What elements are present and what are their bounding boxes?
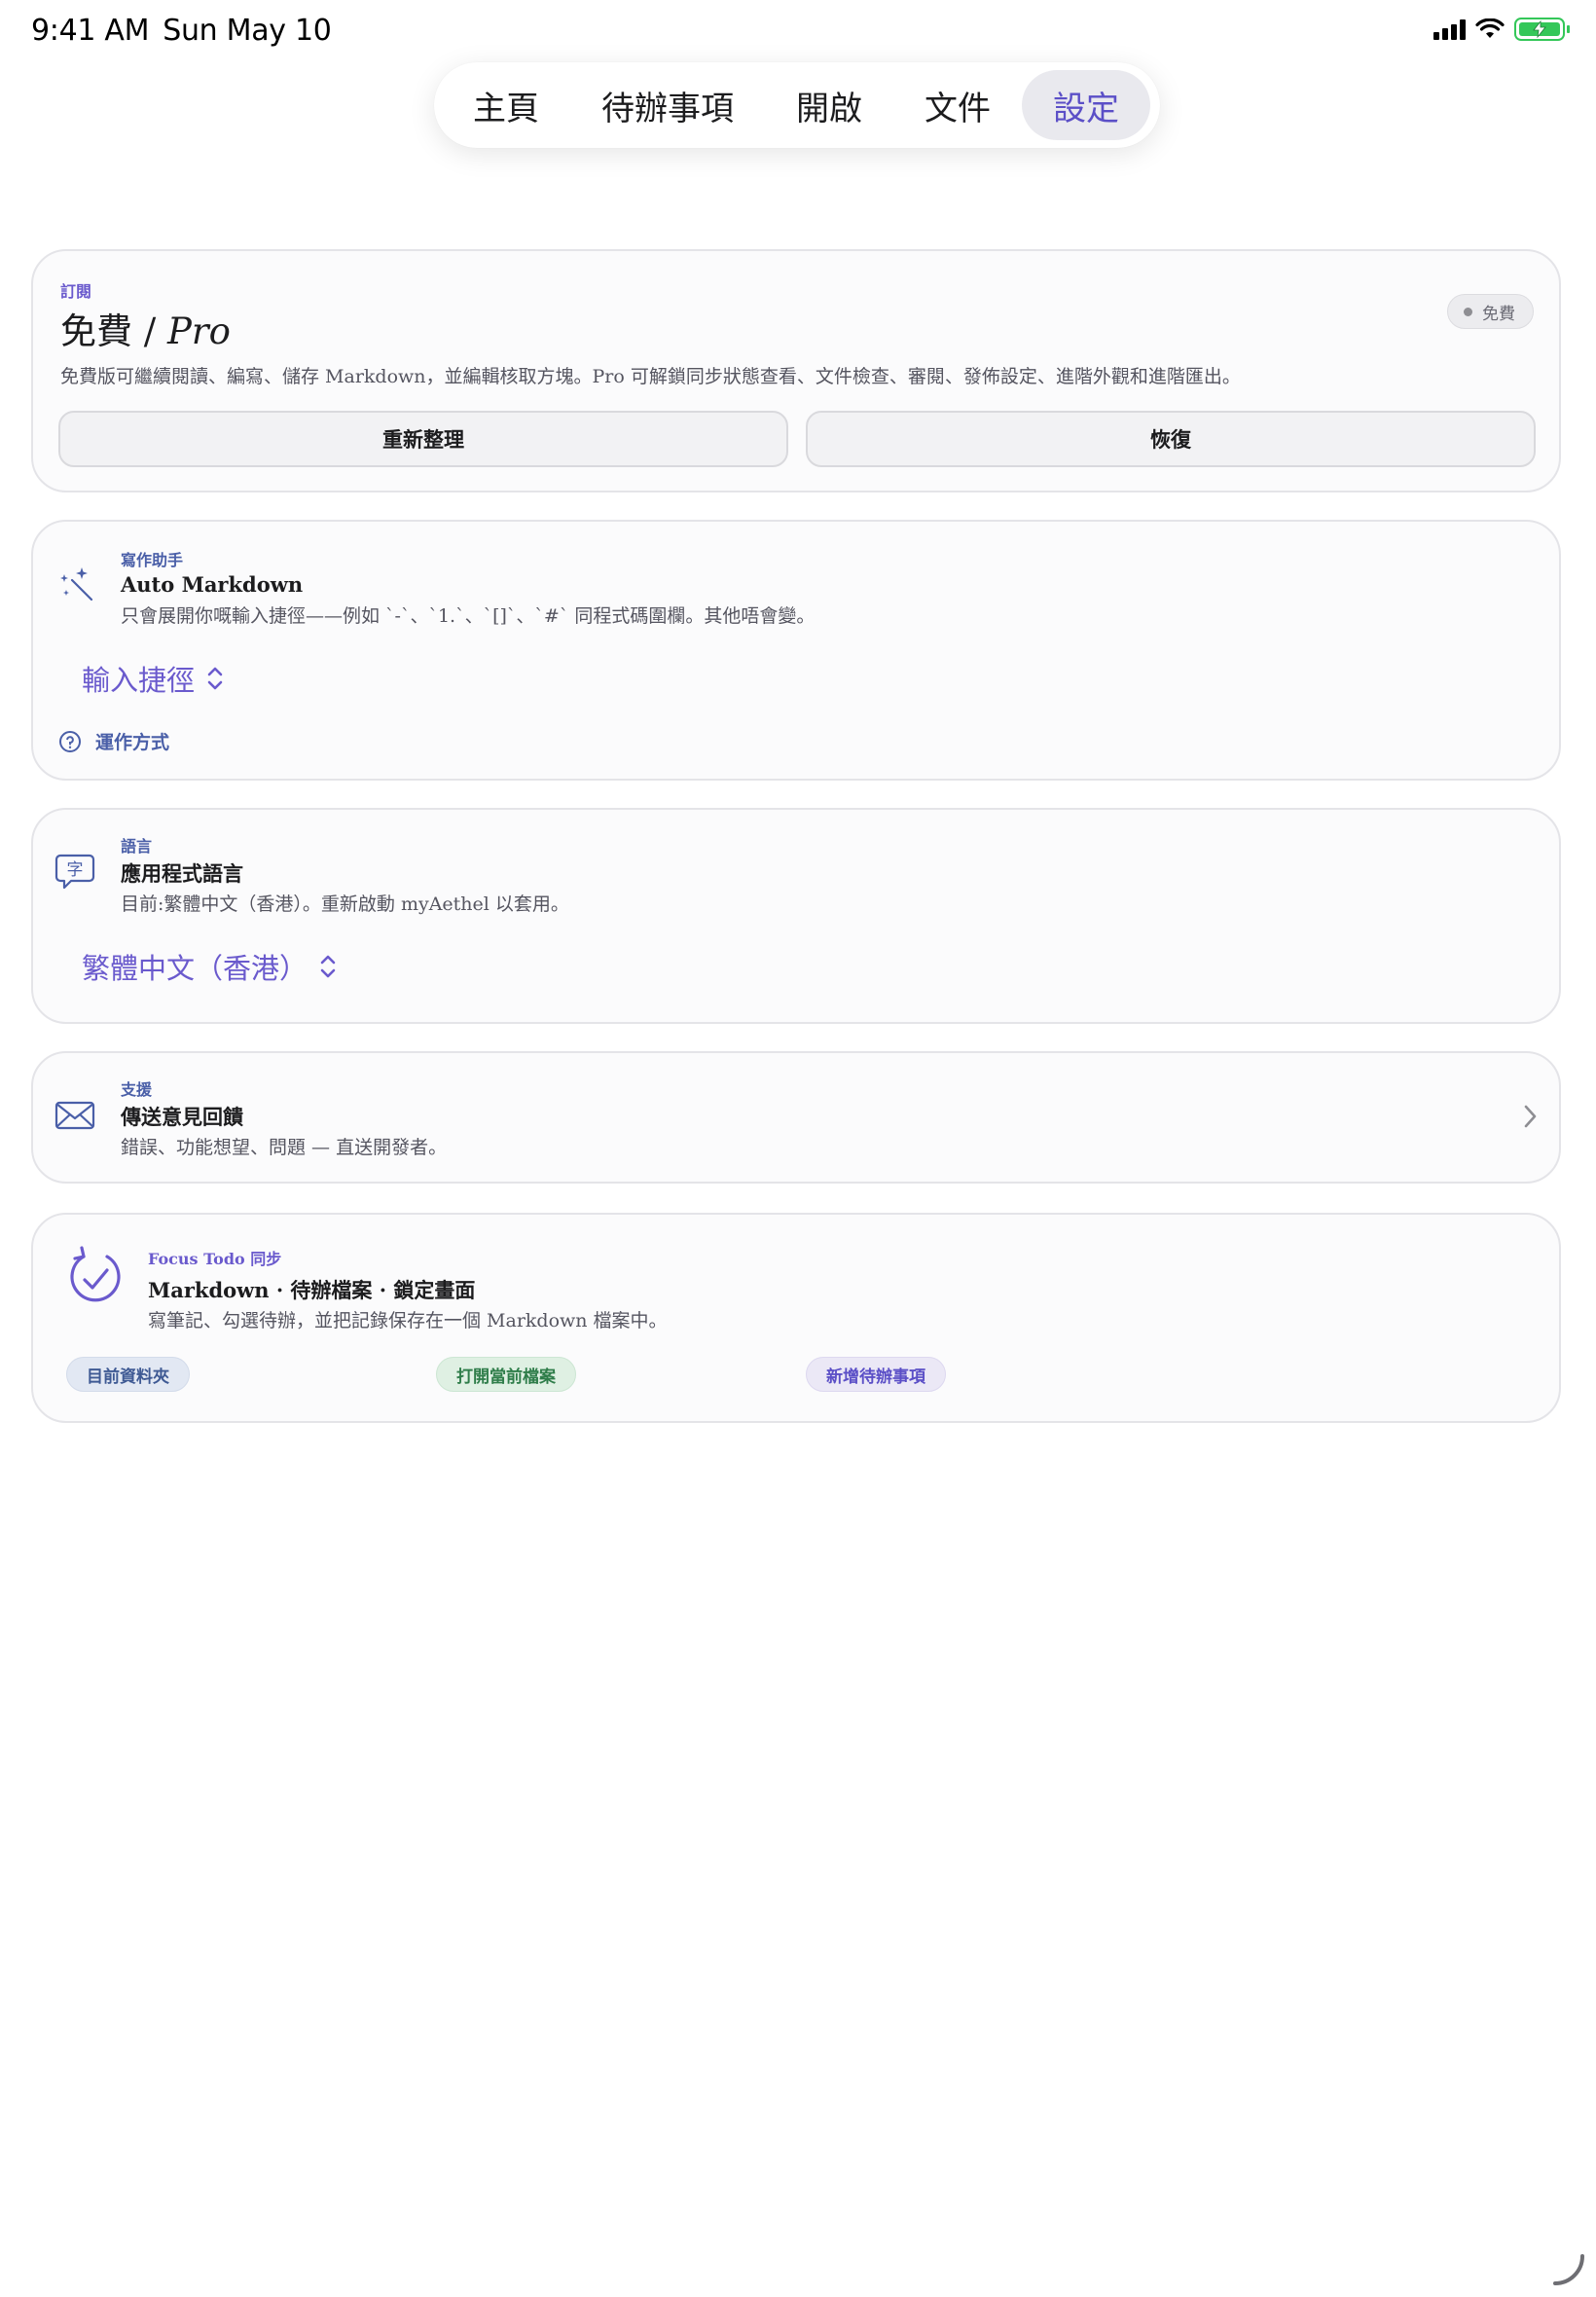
feedback-card[interactable]: 支援 傳送意見回饋 錯誤、功能想望、問題 — 直送開發者。 bbox=[31, 1051, 1561, 1184]
status-bar: 9:41 AM Sun May 10 bbox=[0, 0, 1596, 58]
tab-home[interactable]: 主頁 bbox=[442, 70, 570, 140]
question-circle-icon bbox=[59, 730, 81, 752]
subscription-description: 免費版可繼續閱讀、編寫、儲存 Markdown，並編輯核取方塊。Pro 可解鎖同… bbox=[60, 366, 1241, 387]
writing-assistant-card: 寫作助手 Auto Markdown 只會展開你嘅輸入捷徑——例如 `-`、`1… bbox=[31, 520, 1561, 781]
language-title: 應用程式語言 bbox=[121, 861, 243, 886]
status-dot-icon bbox=[1464, 307, 1472, 316]
add-todo-chip[interactable]: 新增待辦事項 bbox=[806, 1357, 946, 1392]
corner-grabber-icon bbox=[1553, 2254, 1584, 2285]
tab-open[interactable]: 開啟 bbox=[765, 70, 893, 140]
plan-status-badge: 免費 bbox=[1447, 294, 1534, 329]
support-kicker: 支援 bbox=[121, 1080, 153, 1099]
language-description: 目前:繁體中文（香港）。重新啟動 myAethel 以套用。 bbox=[121, 893, 569, 915]
language-picker-label: 繁體中文（香港） bbox=[82, 952, 308, 985]
support-description: 錯誤、功能想望、問題 — 直送開發者。 bbox=[121, 1137, 448, 1158]
top-tab-bar: 主頁 待辦事項 開啟 文件 設定 bbox=[434, 62, 1160, 148]
status-time-text: 9:41 AM bbox=[31, 14, 150, 48]
status-date-text: Sun May 10 bbox=[163, 14, 332, 48]
how-it-works-label: 運作方式 bbox=[95, 732, 170, 753]
tab-settings[interactable]: 設定 bbox=[1022, 70, 1150, 140]
wifi-icon bbox=[1475, 18, 1505, 38]
tab-todo[interactable]: 待辦事項 bbox=[570, 70, 765, 140]
plan-pro-label: Pro bbox=[167, 310, 231, 352]
battery-charging-icon bbox=[1514, 18, 1570, 41]
svg-text:字: 字 bbox=[67, 860, 84, 880]
writing-title: Auto Markdown bbox=[121, 572, 304, 597]
subscription-card: 訂閱 免費 / Pro 免費 免費版可繼續閱讀、編寫、儲存 Markdown，並… bbox=[31, 249, 1561, 492]
magic-wand-icon bbox=[60, 567, 93, 602]
language-kicker: 語言 bbox=[121, 837, 153, 856]
focus-title: Markdown · 待辦檔案 · 鎖定畫面 bbox=[148, 1278, 476, 1302]
tab-documents[interactable]: 文件 bbox=[893, 70, 1022, 140]
focus-todo-card: Focus Todo 同步 Markdown · 待辦檔案 · 鎖定畫面 寫筆記… bbox=[31, 1213, 1561, 1423]
chevron-right-icon bbox=[1524, 1105, 1537, 1128]
how-it-works-link[interactable]: 運作方式 bbox=[58, 728, 169, 754]
current-folder-chip[interactable]: 目前資料夾 bbox=[66, 1357, 190, 1392]
language-picker[interactable]: 繁體中文（香港） bbox=[82, 946, 337, 987]
status-time: 9:41 AM Sun May 10 bbox=[31, 14, 332, 48]
writing-kicker: 寫作助手 bbox=[121, 551, 184, 569]
support-title: 傳送意見回饋 bbox=[121, 1105, 243, 1129]
language-card: 字 語言 應用程式語言 目前:繁體中文（香港）。重新啟動 myAethel 以套… bbox=[31, 808, 1561, 1024]
focus-description: 寫筆記、勾選待辦，並把記錄保存在一個 Markdown 檔案中。 bbox=[148, 1310, 668, 1331]
plan-status-text: 免費 bbox=[1482, 304, 1515, 324]
character-bubble-icon: 字 bbox=[54, 854, 95, 890]
plan-free-label: 免費 bbox=[60, 310, 132, 352]
sync-check-icon bbox=[70, 1246, 121, 1302]
status-icons bbox=[1433, 18, 1570, 41]
open-current-file-chip[interactable]: 打開當前檔案 bbox=[436, 1357, 576, 1392]
plan-separator: / bbox=[132, 310, 167, 352]
focus-kicker: Focus Todo 同步 bbox=[148, 1250, 282, 1268]
cellular-signal-icon bbox=[1433, 18, 1466, 40]
writing-description: 只會展開你嘅輸入捷徑——例如 `-`、`1.`、`[]`、`#` 同程式碼圍欄。… bbox=[121, 605, 816, 627]
restore-button[interactable]: 恢復 bbox=[806, 411, 1536, 467]
chevron-up-down-icon bbox=[320, 955, 336, 978]
subscription-title: 免費 / Pro bbox=[60, 302, 231, 354]
input-shortcut-picker[interactable]: 輸入捷徑 bbox=[82, 658, 224, 699]
subscription-kicker: 訂閱 bbox=[60, 282, 92, 301]
envelope-icon bbox=[54, 1101, 95, 1130]
refresh-button[interactable]: 重新整理 bbox=[58, 411, 788, 467]
chevron-up-down-icon bbox=[207, 667, 223, 690]
input-shortcut-picker-label: 輸入捷徑 bbox=[82, 664, 196, 697]
